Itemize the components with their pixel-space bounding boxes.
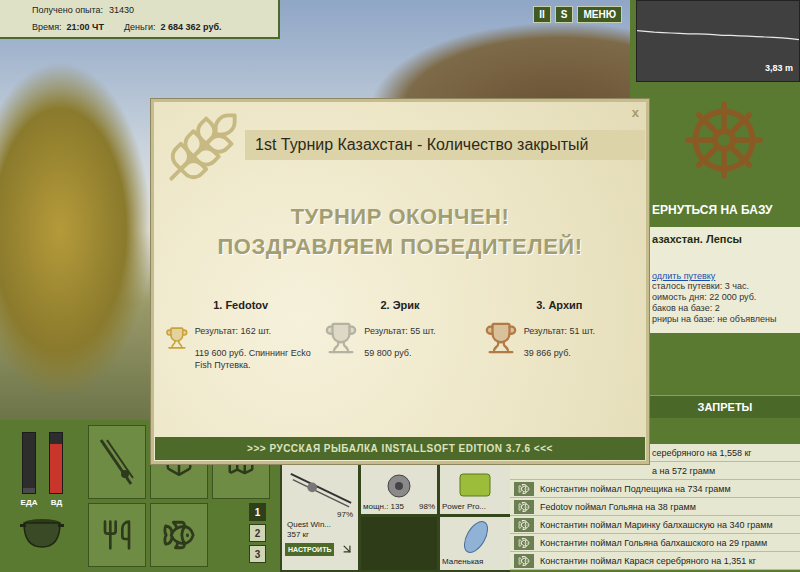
log-text: а на 572 грамм — [652, 466, 715, 476]
rod-tile[interactable] — [88, 425, 146, 499]
fish-icon — [518, 519, 530, 531]
log-row: Константин поймал Маринку балхашскую на … — [510, 516, 800, 534]
winner-prize: 119 600 руб. Спиннинг Ecko Fish Путевка. — [195, 347, 317, 371]
close-button[interactable]: x — [626, 103, 645, 122]
winner-name: 3. Архип — [484, 299, 635, 311]
setup-button[interactable]: НАСТРОИТЬ — [285, 543, 334, 556]
right-panel: 3,83 m ЕРНУТЬСЯ НА БАЗУ азахстан. Лепсы одл… — [630, 0, 800, 420]
log-row: Константин поймал Гольяна балхашского на… — [510, 534, 800, 552]
hud-panel: Получено опыта: 31430 Время: 21:00 ЧТ Деньги… — [0, 0, 280, 39]
winner-card: 2. Эрик Результат: 55 шт. 59 800 руб. — [324, 299, 475, 371]
base-info-line: баков на базе: 2 — [652, 303, 796, 314]
game-screen: Получено опыта: 31430 Время: 21:00 ЧТ Деньги… — [0, 0, 800, 572]
meter-label: ЕДА — [21, 498, 38, 507]
log-row: Константин поймал Подлещика на 734 грамм — [510, 480, 800, 498]
trophy-icon — [324, 321, 358, 355]
experience-value: 31430 — [109, 5, 134, 15]
arrow-icon[interactable] — [340, 542, 354, 556]
time-value: 21:00 ЧТ — [67, 22, 104, 32]
lure-icon — [440, 517, 510, 557]
ship-wheel-icon[interactable] — [681, 97, 767, 183]
winner-name: 1. Fedotov — [165, 299, 316, 311]
log-text: Константин поймал Карася серебряного на … — [540, 556, 756, 566]
meter-track — [49, 432, 63, 494]
winner-name: 2. Эрик — [324, 299, 475, 311]
headline: ТУРНИР ОКОНЧЕН! — [155, 205, 645, 229]
base-info-line: сталось путевки: 3 час. — [652, 281, 796, 292]
fork-knife-icon — [101, 519, 133, 551]
meter-fill — [50, 444, 62, 493]
log-row: Константин поймал Карася серебряного на … — [510, 552, 800, 570]
tournament-dialog: x 1st Турнир Казахстан - Количество закры… — [150, 98, 650, 465]
set-tab[interactable]: 1 — [249, 503, 266, 521]
dialog-title: 1st Турнир Казахстан - Количество закрыт… — [245, 130, 645, 160]
winner-prize: 39 866 руб. — [524, 347, 595, 359]
fish-icon — [162, 518, 196, 552]
winner-result: Результат: 162 шт. — [195, 325, 317, 337]
money-value: 2 684 362 руб. — [161, 22, 222, 32]
top-button[interactable]: II — [533, 6, 551, 23]
winner-card: 3. Архип Результат: 51 шт. 39 866 руб. — [484, 299, 635, 371]
set-tab[interactable]: 2 — [249, 524, 266, 542]
lure-slot[interactable]: Маленькая — [440, 517, 510, 570]
fish-tile[interactable] — [150, 503, 208, 567]
line-name: Power Pro... — [440, 502, 510, 512]
winner-prize: 59 800 руб. — [364, 347, 435, 359]
depth-reading: 3,83 m — [759, 63, 799, 77]
top-button[interactable]: S — [555, 6, 574, 23]
empty-slot — [361, 517, 437, 570]
trophy-icon — [484, 321, 518, 355]
rod-icon — [97, 436, 137, 488]
rod-load: 357 кг — [285, 530, 355, 540]
trophy-icon — [165, 321, 189, 355]
extend-link[interactable]: одлить путевку — [652, 271, 796, 281]
fish-icon — [518, 555, 530, 567]
dialog-footer: >>> РУССКАЯ РЫБАЛКА INSTALLSOFT EDITION … — [155, 437, 645, 460]
log-text: серебряного на 1,558 кг — [652, 448, 752, 458]
log-text: Fedotov поймал Гольяна на 38 грамм — [540, 502, 696, 512]
rod-name: Quest Win... — [285, 520, 355, 530]
meter-label: ВД — [51, 498, 62, 507]
lure-name: Маленькая — [440, 557, 510, 567]
fish-icon — [518, 501, 530, 513]
meter-fill — [23, 488, 35, 493]
top-button[interactable]: МЕНЮ — [577, 6, 622, 23]
money-label: Деньги: — [124, 22, 156, 32]
bans-button[interactable]: ЗАПРЕТЫ — [630, 395, 800, 418]
rod-wear: 97% — [285, 510, 355, 520]
time-label: Время: — [32, 22, 62, 32]
experience-label: Получено опыта: — [32, 5, 103, 15]
reel-wear: 98% — [419, 502, 435, 512]
reel-power: мощн.: 135 — [363, 502, 404, 512]
food-tile[interactable] — [88, 503, 146, 567]
headline: ПОЗДРАВЛЯЕМ ПОБЕДИТЕЛЕЙ! — [155, 235, 645, 259]
depth-chart: 3,83 m — [636, 0, 800, 82]
winner-card: 1. Fedotov Результат: 162 шт. 119 600 руб.… — [165, 299, 316, 371]
fish-icon — [518, 483, 530, 495]
fish-icon — [518, 537, 530, 549]
base-info: азахстан. Лепсы одлить путевкусталось пут… — [630, 227, 800, 333]
winner-result: Результат: 51 шт. — [524, 325, 595, 337]
meter: ЕДА — [21, 432, 38, 507]
return-button[interactable]: ЕРНУТЬСЯ НА БАЗУ — [630, 197, 800, 223]
log-row: Fedotov поймал Гольяна на 38 грамм — [510, 498, 800, 516]
base-info-line: рниры на базе: не объявлены — [652, 314, 796, 325]
log-text: Константин поймал Подлещика на 734 грамм — [540, 484, 731, 494]
log-text: Константин поймал Маринку балхашскую на … — [540, 520, 773, 530]
meter-track — [22, 432, 36, 494]
pot-icon[interactable] — [18, 513, 66, 551]
depth-line-icon — [637, 1, 799, 63]
winner-result: Результат: 55 шт. — [364, 325, 435, 337]
base-info-line: оимость дня: 22 000 руб. — [652, 292, 796, 303]
meter: ВД — [49, 432, 63, 507]
set-tab[interactable]: 3 — [249, 545, 266, 563]
wheat-logo-icon — [165, 107, 241, 187]
base-title: азахстан. Лепсы — [652, 233, 796, 245]
log-text: Константин поймал Гольяна балхашского на… — [540, 538, 767, 548]
